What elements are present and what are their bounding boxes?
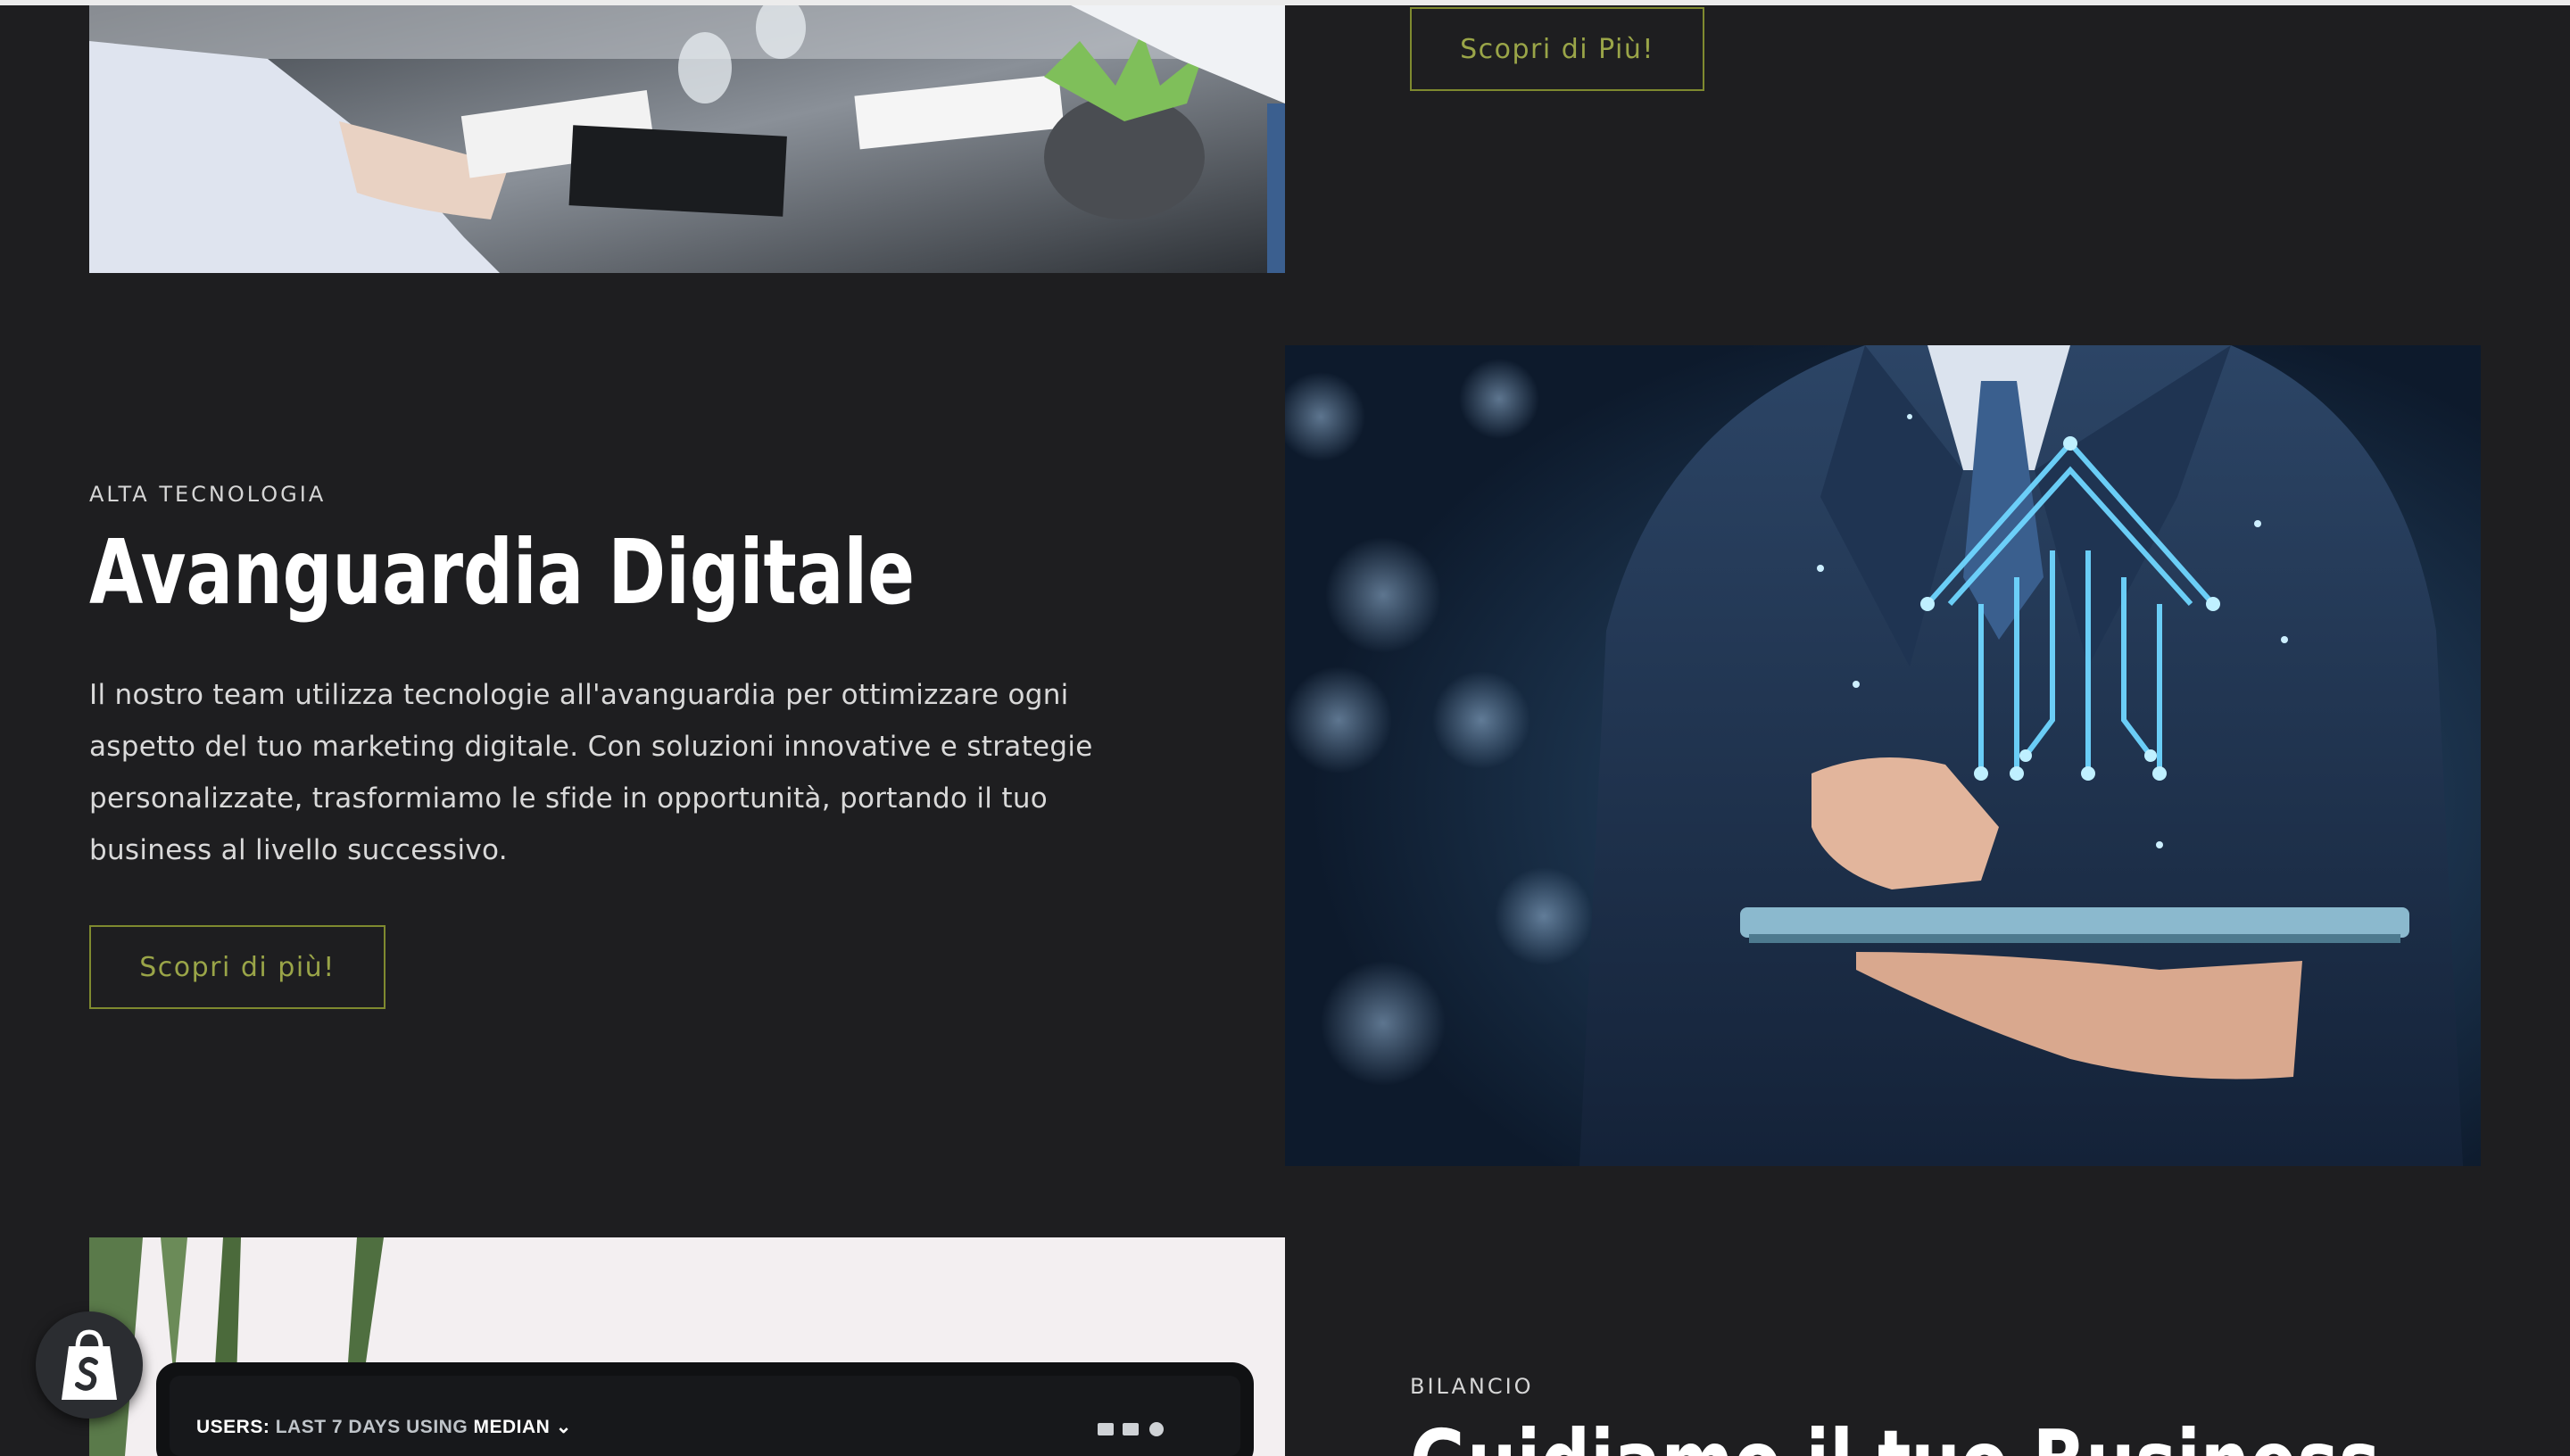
analytics-laptop-photo: USERS: LAST 7 DAYS USING MEDIAN ⌄ <box>89 1237 1285 1456</box>
laptop-label-using: USING <box>406 1417 468 1437</box>
shopify-bag-icon <box>62 1329 117 1400</box>
discover-more-button-tech[interactable]: Scopri di più! <box>89 925 386 1009</box>
shopify-badge-button[interactable] <box>36 1311 143 1419</box>
digital-house-photo <box>1285 345 2481 1166</box>
section-body-tech: Il nostro team utilizza tecnologie all'a… <box>89 679 1093 866</box>
laptop-screen-label: USERS: LAST 7 DAYS USING MEDIAN ⌄ <box>196 1416 572 1438</box>
section-eyebrow-bilancio: BILANCIO <box>1410 1374 1534 1399</box>
laptop-label-range: LAST 7 DAYS <box>275 1417 401 1437</box>
section-heading-bilancio: Guidiamo il tuo Business <box>1410 1419 2380 1456</box>
section-heading-tech: Avanguardia Digitale <box>89 520 916 625</box>
laptop-label-prefix: USERS: <box>196 1417 270 1437</box>
section-eyebrow-tech: ALTA TECNOLOGIA <box>89 482 327 507</box>
laptop-label-metric: MEDIAN <box>473 1417 551 1437</box>
meeting-photo <box>89 5 1285 273</box>
page: Scopri di Più! ALTA TECNOLOGIA Avanguard… <box>0 0 2570 1456</box>
chevron-down-icon: ⌄ <box>555 1417 572 1437</box>
discover-more-button-top[interactable]: Scopri di Più! <box>1410 7 1704 91</box>
